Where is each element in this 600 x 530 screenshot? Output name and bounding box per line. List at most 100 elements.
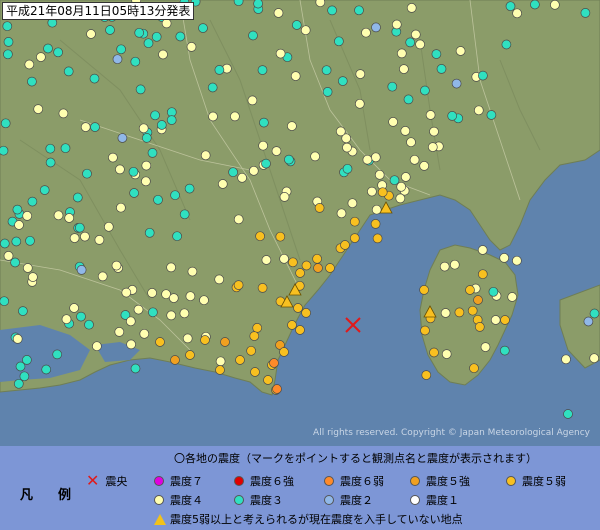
station-marker[interactable]: [361, 27, 371, 38]
station-marker[interactable]: [80, 122, 91, 132]
station-marker[interactable]: [389, 175, 400, 186]
station-marker[interactable]: [0, 118, 11, 129]
station-marker[interactable]: [429, 347, 439, 358]
station-marker[interactable]: [337, 76, 348, 86]
station-marker[interactable]: [454, 307, 465, 318]
station-marker[interactable]: [325, 263, 335, 273]
station-marker[interactable]: [440, 308, 451, 318]
station-marker[interactable]: [22, 211, 33, 221]
station-marker[interactable]: [18, 306, 28, 316]
station-marker[interactable]: [313, 263, 323, 273]
station-marker[interactable]: [377, 187, 388, 198]
station-marker[interactable]: [279, 347, 289, 357]
station-marker[interactable]: [473, 105, 484, 116]
station-marker[interactable]: [228, 167, 238, 178]
station-marker[interactable]: [499, 345, 510, 356]
station-marker[interactable]: [322, 87, 333, 97]
station-marker[interactable]: [147, 148, 158, 158]
station-marker[interactable]: [19, 371, 30, 382]
station-marker[interactable]: [0, 296, 10, 307]
station-marker[interactable]: [314, 203, 325, 213]
station-marker[interactable]: [138, 123, 149, 134]
station-marker[interactable]: [135, 84, 146, 95]
station-marker[interactable]: [354, 5, 364, 16]
station-marker[interactable]: [288, 257, 298, 268]
station-marker[interactable]: [76, 311, 86, 322]
station-marker[interactable]: [215, 365, 225, 375]
station-marker[interactable]: [69, 233, 80, 243]
station-marker[interactable]: [74, 222, 85, 233]
station-marker[interactable]: [474, 322, 485, 332]
station-marker[interactable]: [279, 253, 289, 264]
station-marker[interactable]: [415, 39, 425, 50]
station-marker[interactable]: [580, 8, 591, 18]
station-marker[interactable]: [261, 255, 272, 265]
station-marker[interactable]: [477, 269, 488, 280]
station-marker[interactable]: [473, 295, 483, 305]
station-marker[interactable]: [248, 165, 259, 176]
station-marker[interactable]: [41, 364, 52, 375]
station-marker[interactable]: [271, 146, 282, 156]
station-marker[interactable]: [208, 111, 218, 122]
station-marker[interactable]: [478, 70, 488, 81]
station-marker[interactable]: [367, 186, 377, 197]
station-marker[interactable]: [115, 164, 125, 175]
station-marker[interactable]: [258, 140, 268, 151]
station-marker[interactable]: [53, 210, 64, 221]
station-marker[interactable]: [214, 65, 225, 75]
station-marker[interactable]: [141, 176, 151, 187]
station-marker[interactable]: [371, 22, 381, 33]
station-marker[interactable]: [420, 325, 430, 336]
station-marker[interactable]: [301, 260, 312, 271]
station-marker[interactable]: [10, 257, 20, 268]
station-marker[interactable]: [362, 154, 373, 165]
station-marker[interactable]: [155, 337, 165, 347]
station-marker[interactable]: [22, 263, 33, 273]
station-marker[interactable]: [235, 355, 245, 365]
station-marker[interactable]: [295, 268, 305, 278]
station-marker[interactable]: [53, 47, 63, 58]
station-marker[interactable]: [467, 305, 478, 316]
station-marker[interactable]: [439, 261, 450, 272]
station-marker[interactable]: [200, 150, 211, 161]
station-marker[interactable]: [220, 337, 230, 347]
station-marker[interactable]: [441, 349, 452, 359]
station-marker[interactable]: [310, 151, 320, 162]
station-marker[interactable]: [561, 354, 571, 365]
station-marker[interactable]: [512, 8, 522, 19]
station-marker[interactable]: [451, 78, 462, 89]
station-marker[interactable]: [321, 65, 332, 76]
station-marker[interactable]: [148, 307, 158, 318]
station-marker[interactable]: [112, 54, 123, 65]
station-marker[interactable]: [161, 18, 172, 29]
station-marker[interactable]: [327, 5, 337, 16]
station-marker[interactable]: [92, 341, 102, 352]
station-marker[interactable]: [0, 238, 10, 249]
station-marker[interactable]: [121, 287, 132, 298]
station-marker[interactable]: [421, 370, 432, 380]
station-marker[interactable]: [11, 236, 22, 247]
station-marker[interactable]: [405, 37, 416, 48]
station-marker[interactable]: [505, 1, 516, 12]
station-marker[interactable]: [355, 69, 366, 79]
station-marker[interactable]: [144, 227, 155, 238]
station-marker[interactable]: [27, 76, 37, 87]
station-marker[interactable]: [158, 49, 168, 60]
station-marker[interactable]: [342, 142, 352, 153]
station-marker[interactable]: [86, 29, 96, 39]
station-marker[interactable]: [28, 272, 38, 282]
station-marker[interactable]: [151, 31, 162, 42]
station-marker[interactable]: [186, 42, 197, 52]
station-marker[interactable]: [246, 345, 256, 356]
station-marker[interactable]: [230, 111, 240, 122]
station-marker[interactable]: [185, 350, 195, 360]
station-marker[interactable]: [141, 160, 152, 171]
station-marker[interactable]: [410, 29, 421, 40]
station-marker[interactable]: [340, 240, 350, 250]
station-marker[interactable]: [269, 358, 279, 368]
station-marker[interactable]: [583, 316, 594, 327]
station-marker[interactable]: [76, 265, 87, 275]
station-marker[interactable]: [275, 231, 286, 242]
station-marker[interactable]: [257, 283, 268, 293]
station-marker[interactable]: [199, 295, 209, 306]
